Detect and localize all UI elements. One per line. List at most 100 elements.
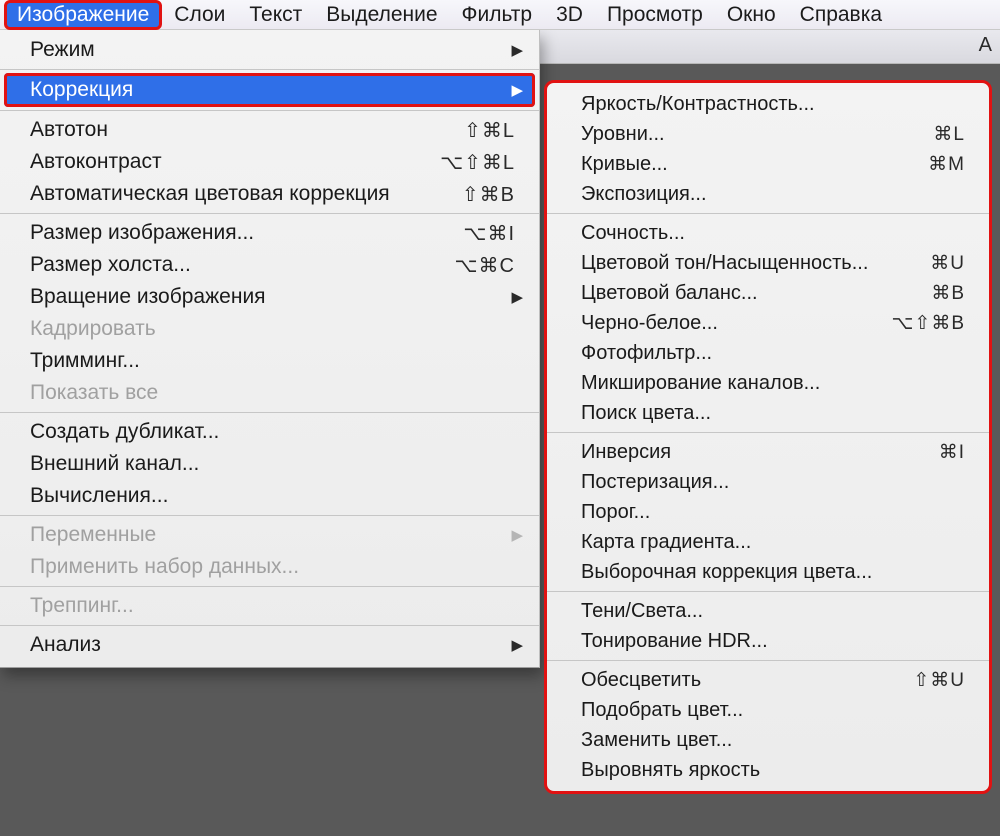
menu-item-calculations[interactable]: Вычисления...: [0, 480, 539, 512]
menu-label: Кривые...: [581, 153, 928, 176]
menu-item-apply-image[interactable]: Внешний канал...: [0, 448, 539, 480]
menubar-item-layers[interactable]: Слои: [162, 1, 237, 29]
submenu-item-desaturate[interactable]: Обесцветить ⇧⌘U: [547, 665, 989, 695]
menu-item-image-size[interactable]: Размер изображения... ⌥⌘I: [0, 217, 539, 249]
menu-label: Тримминг...: [30, 349, 515, 373]
menu-label: Цветовой баланс...: [581, 282, 931, 305]
menu-shortcut: ⇧⌘B: [462, 182, 515, 207]
submenu-item-threshold[interactable]: Порог...: [547, 497, 989, 527]
menu-separator: [547, 213, 989, 214]
submenu-item-match-color[interactable]: Подобрать цвет...: [547, 695, 989, 725]
menu-label: Кадрировать: [30, 317, 515, 341]
menubar-item-filter[interactable]: Фильтр: [450, 1, 545, 29]
menubar-item-help[interactable]: Справка: [788, 1, 894, 29]
menu-label: Размер изображения...: [30, 221, 463, 245]
menu-shortcut: ⌘I: [939, 441, 965, 464]
menu-label: Карта градиента...: [581, 531, 965, 554]
submenu-item-levels[interactable]: Уровни... ⌘L: [547, 119, 989, 149]
menu-item-analysis[interactable]: Анализ ▶: [0, 629, 539, 661]
submenu-item-shadows-highlights[interactable]: Тени/Света...: [547, 596, 989, 626]
menu-label: Заменить цвет...: [581, 729, 965, 752]
menu-shortcut: ⌘M: [928, 153, 965, 176]
menu-label: Выборочная коррекция цвета...: [581, 561, 965, 584]
chevron-right-icon: ▶: [511, 41, 523, 59]
menu-item-apply-dataset: Применить набор данных...: [0, 551, 539, 583]
submenu-item-replace-color[interactable]: Заменить цвет...: [547, 725, 989, 755]
menu-label: Яркость/Контрастность...: [581, 93, 965, 116]
menu-shortcut: ⌥⇧⌘L: [440, 150, 515, 175]
menu-shortcut: ⌘B: [931, 282, 965, 305]
submenu-item-channel-mixer[interactable]: Микширование каналов...: [547, 368, 989, 398]
chevron-right-icon: ▶: [511, 526, 523, 544]
adjustments-submenu: Яркость/Контрастность... Уровни... ⌘L Кр…: [544, 80, 992, 794]
toolbar-right-letter: A: [979, 34, 992, 57]
menu-label: Тени/Света...: [581, 600, 965, 623]
submenu-item-curves[interactable]: Кривые... ⌘M: [547, 149, 989, 179]
submenu-item-selective-color[interactable]: Выборочная коррекция цвета...: [547, 557, 989, 587]
menubar-item-view[interactable]: Просмотр: [595, 1, 715, 29]
menu-label: Режим: [30, 38, 515, 62]
menu-shortcut: ⇧⌘U: [913, 669, 965, 692]
menu-item-trim[interactable]: Тримминг...: [0, 345, 539, 377]
menu-label: Показать все: [30, 381, 515, 405]
menu-label: Коррекция: [30, 78, 515, 102]
menu-label: Размер холста...: [30, 253, 455, 277]
menu-item-autocontrast[interactable]: Автоконтраст ⌥⇧⌘L: [0, 146, 539, 178]
menu-separator: [547, 591, 989, 592]
menu-shortcut: ⌥⌘I: [463, 221, 515, 246]
menu-label: Переменные: [30, 523, 515, 547]
menu-item-adjustments[interactable]: Коррекция ▶: [4, 73, 535, 107]
submenu-item-posterize[interactable]: Постеризация...: [547, 467, 989, 497]
submenu-item-photo-filter[interactable]: Фотофильтр...: [547, 338, 989, 368]
submenu-item-brightness-contrast[interactable]: Яркость/Контрастность...: [547, 89, 989, 119]
menu-item-canvas-size[interactable]: Размер холста... ⌥⌘C: [0, 249, 539, 281]
menu-label: Сочность...: [581, 222, 965, 245]
menu-label: Поиск цвета...: [581, 402, 965, 425]
menu-item-autotone[interactable]: Автотон ⇧⌘L: [0, 114, 539, 146]
chevron-right-icon: ▶: [511, 288, 523, 306]
menu-label: Экспозиция...: [581, 183, 965, 206]
menu-shortcut: ⌥⌘C: [455, 253, 516, 278]
menu-separator: [0, 586, 539, 587]
menu-item-reveal-all: Показать все: [0, 377, 539, 409]
submenu-item-color-balance[interactable]: Цветовой баланс... ⌘B: [547, 278, 989, 308]
menu-label: Вращение изображения: [30, 285, 515, 309]
menu-label: Анализ: [30, 633, 515, 657]
menu-item-image-rotation[interactable]: Вращение изображения ▶: [0, 281, 539, 313]
submenu-item-exposure[interactable]: Экспозиция...: [547, 179, 989, 209]
menu-item-autocolor[interactable]: Автоматическая цветовая коррекция ⇧⌘B: [0, 178, 539, 210]
menu-label: Автоконтраст: [30, 150, 440, 174]
submenu-item-black-white[interactable]: Черно-белое... ⌥⇧⌘B: [547, 308, 989, 338]
menu-label: Порог...: [581, 501, 965, 524]
menubar: Изображение Слои Текст Выделение Фильтр …: [0, 0, 1000, 30]
submenu-item-gradient-map[interactable]: Карта градиента...: [547, 527, 989, 557]
menu-item-duplicate[interactable]: Создать дубликат...: [0, 416, 539, 448]
menu-separator: [0, 515, 539, 516]
image-menu-dropdown: Режим ▶ Коррекция ▶ Автотон ⇧⌘L Автоконт…: [0, 30, 540, 668]
menubar-item-image[interactable]: Изображение: [4, 0, 162, 30]
menu-label: Микширование каналов...: [581, 372, 965, 395]
submenu-item-vibrance[interactable]: Сочность...: [547, 218, 989, 248]
menu-separator: [0, 213, 539, 214]
submenu-item-color-lookup[interactable]: Поиск цвета...: [547, 398, 989, 428]
menu-item-trapping: Треппинг...: [0, 590, 539, 622]
menu-label: Треппинг...: [30, 594, 515, 618]
menu-separator: [0, 412, 539, 413]
menu-shortcut: ⇧⌘L: [464, 118, 515, 143]
menu-label: Создать дубликат...: [30, 420, 515, 444]
menu-label: Вычисления...: [30, 484, 515, 508]
menu-label: Подобрать цвет...: [581, 699, 965, 722]
submenu-item-equalize[interactable]: Выровнять яркость: [547, 755, 989, 785]
submenu-item-hue-saturation[interactable]: Цветовой тон/Насыщенность... ⌘U: [547, 248, 989, 278]
menubar-item-window[interactable]: Окно: [715, 1, 788, 29]
submenu-item-hdr-toning[interactable]: Тонирование HDR...: [547, 626, 989, 656]
menu-separator: [0, 110, 539, 111]
menubar-item-3d[interactable]: 3D: [544, 1, 595, 29]
menu-shortcut: ⌘L: [933, 123, 965, 146]
menubar-item-select[interactable]: Выделение: [314, 1, 449, 29]
menu-item-mode[interactable]: Режим ▶: [0, 34, 539, 66]
menubar-item-text[interactable]: Текст: [237, 1, 314, 29]
submenu-item-invert[interactable]: Инверсия ⌘I: [547, 437, 989, 467]
chevron-right-icon: ▶: [511, 636, 523, 654]
menu-label: Выровнять яркость: [581, 759, 965, 782]
